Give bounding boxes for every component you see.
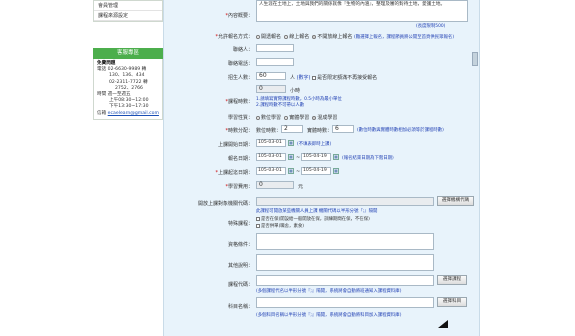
signup-method-note: (難選擇上報名，課程節員將公開至首頁供民眾報名) (354, 35, 455, 40)
digital-hours-label: 數位時數： (256, 128, 282, 134)
phone-label: 聯絡電話： (227, 61, 253, 67)
hours-unit: 小時 (290, 88, 301, 94)
fee-label: *學習費用： (225, 184, 253, 190)
service-panel: 免費問題 電話 02-6630-9989 轉 130、136、434 02-23… (93, 59, 163, 120)
signup-date-label: 報名日期： (227, 156, 253, 162)
calendar-icon[interactable]: ▦ (333, 168, 339, 174)
qualification-label: 資格條件： (227, 242, 253, 248)
service-mail-link[interactable]: ecaelearn@gmail.com (108, 111, 159, 116)
service-mail-row: 信箱 ecaelearn@gmail.com (97, 111, 159, 117)
fee-input[interactable]: 0 (256, 181, 294, 189)
calendar-icon[interactable]: ▦ (288, 168, 294, 174)
signup-date-to-input[interactable]: 105-04-19 (301, 153, 331, 161)
signup-date-note: (報名結束日期為下階日期) (342, 156, 394, 161)
course-date-to-input[interactable]: 105-04-19 (301, 167, 331, 175)
hours-label: *課程時數： (225, 99, 253, 105)
special-check-2-row: 是否供單(職舍，素食) (256, 223, 304, 229)
special-check-2[interactable] (256, 223, 260, 228)
course-code-label: 課程代碼： (227, 282, 253, 288)
hour-split-label: *時數分配： (225, 128, 253, 134)
course-date-label: *上課起迄日期： (215, 170, 253, 176)
service-header: 客服專區 (93, 48, 163, 59)
special-check-1[interactable] (256, 216, 260, 221)
service-mail-label: 信箱 (97, 110, 107, 116)
quota-input[interactable]: 60 (256, 72, 286, 80)
sidebar-item-course-source[interactable]: 課程來源設定 (94, 11, 162, 21)
subject-input[interactable] (256, 297, 434, 308)
subject-note: (多個科目名稱以半形分號『;』隔開，系統將會自動將科目加入課程資料庫) (256, 313, 402, 318)
quota-limit-text: 是否限定額滿不再接受報名 (317, 75, 378, 81)
sidebar-item-member[interactable]: 會員管理 (94, 1, 162, 11)
signup-method-label: *允許報名方式： (215, 34, 253, 40)
content-limit: (長度限制500) (416, 24, 446, 29)
quota-unit: 人 (290, 75, 296, 81)
online-date-label: 上課開始日期： (217, 142, 253, 148)
subject-label: 科目名稱： (227, 304, 253, 310)
quota-unit-row: 人 (數字) 是否限定額滿不再接受報名 (290, 74, 377, 81)
study-type-label: 學習性質： (227, 115, 253, 121)
date-separator: ~ (296, 155, 301, 161)
fee-unit: 元 (298, 184, 304, 190)
hours-note-2: 2.課程時數不可帶以人數 (256, 103, 305, 108)
signup-method-options: 開透報名 線上報名 不開放線上報名 (難選擇上報名，課程節員將公開至首頁供民眾報… (256, 33, 454, 40)
radio-online-signup[interactable] (284, 34, 289, 39)
study-type-options: 數位學習 實體學習 混成學習 (256, 114, 337, 121)
calendar-icon[interactable]: ▦ (333, 154, 339, 160)
select-org-code-button[interactable]: 選擇機構代碼 (437, 196, 474, 206)
content-textarea[interactable]: 人生涯在土地上，土地與我們的關係就像『生物的內涵』，整理及審的對待土地，愛護土地… (256, 0, 468, 22)
page: 會員管理 課程來源設定 客服專區 免費問題 電話 02-6630-9989 轉 … (0, 0, 575, 336)
select-course-button[interactable]: 選擇課程 (437, 275, 467, 285)
digital-hours-input[interactable]: 2 (281, 125, 303, 133)
qualification-textarea[interactable] (256, 233, 434, 250)
org-code-note: 此課程可開放某些機關人員上課 機關代碼以半形分號『;』隔開 (256, 209, 378, 214)
radio-blended[interactable] (312, 115, 317, 120)
other-textarea[interactable] (256, 254, 434, 271)
online-date-input[interactable]: 105-03-01 (256, 139, 286, 147)
online-date-note: (不填表即時上課) (297, 142, 332, 147)
radio-digital[interactable] (256, 115, 260, 120)
calendar-icon[interactable]: ▦ (288, 140, 294, 146)
course-form: *內容概要： 人生涯在土地上，土地與我們的關係就像『生物的內涵』，整理及審的對待… (163, 0, 480, 336)
sidebar-menu: 會員管理 課程來源設定 (93, 0, 163, 22)
radio-physical[interactable] (284, 115, 289, 120)
radio-open-signup[interactable] (256, 34, 260, 39)
date-separator: ~ (296, 169, 301, 175)
radio-no-online-signup[interactable] (312, 34, 317, 39)
course-code-input[interactable] (256, 275, 434, 286)
calendar-icon[interactable]: ▦ (288, 154, 294, 160)
course-date-from-input[interactable]: 105-03-01 (256, 167, 286, 175)
contact-label: 聯絡人： (232, 47, 253, 53)
course-code-note: (多個課程代名以半形分號『;』隔開，系統將會自動將班通知入課程資料庫) (256, 289, 402, 294)
hour-split-note: (數位時數與實體時數相加必須等於課程時數) (357, 128, 444, 133)
content-label: *內容概要： (225, 13, 253, 19)
org-code-input[interactable] (256, 197, 434, 206)
quota-hint: (數字) (296, 75, 311, 81)
special-course-label: 特殊課程： (227, 221, 253, 227)
contact-input[interactable] (256, 44, 294, 52)
phone-input[interactable] (256, 58, 294, 66)
content-scrollbar[interactable] (472, 52, 478, 66)
physical-hours-input[interactable]: 6 (332, 125, 354, 133)
quota-label: 招生人數： (227, 75, 253, 81)
org-code-label: 開放上課對象機關代碼： (197, 201, 253, 207)
special-check-1-row: 是否在保(開設給一般開放在保，訓練期間在保，不在保) (256, 216, 370, 222)
signup-date-from-input[interactable]: 105-03-01 (256, 153, 286, 161)
select-subject-button[interactable]: 選擇科目 (437, 297, 467, 307)
other-label: 其他說明： (227, 263, 253, 269)
quota-limit-checkbox[interactable] (312, 75, 317, 80)
sidebar: 會員管理 課程來源設定 客服專區 免費問題 電話 02-6630-9989 轉 … (93, 0, 163, 336)
hours-input[interactable]: 0 (256, 85, 286, 93)
physical-hours-label: 實體時數： (307, 128, 333, 134)
